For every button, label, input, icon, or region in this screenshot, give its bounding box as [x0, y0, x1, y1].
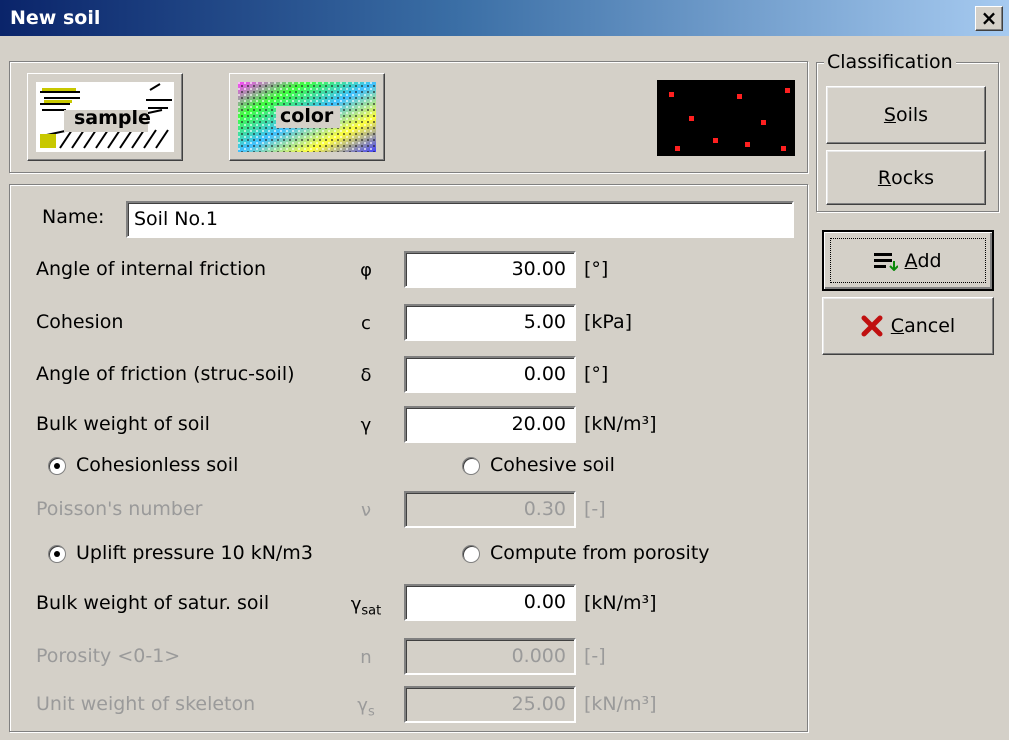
sample-pattern-button[interactable]: sample: [27, 73, 183, 161]
skeleton-value: 25.00: [511, 693, 566, 715]
cancel-x-icon: [861, 315, 883, 337]
preview-dot: [675, 146, 680, 151]
bulk-weight-value: 20.00: [511, 413, 566, 435]
struc-friction-unit: [°]: [584, 363, 609, 385]
porosity-value: 0.000: [511, 645, 566, 667]
porosity-symbol: n: [360, 647, 372, 668]
color-label: color: [280, 105, 334, 127]
struc-friction-symbol: δ: [360, 365, 372, 386]
uplift-label[interactable]: Uplift pressure 10 kN/m3: [76, 542, 313, 564]
preview-dot: [737, 94, 742, 99]
porosity-label: Porosity <0-1>: [36, 645, 181, 667]
skeleton-symbol: γs: [357, 695, 375, 720]
bulk-weight-label: Bulk weight of soil: [36, 413, 210, 435]
preview-dot: [713, 138, 718, 143]
add-mnemonic: A: [904, 249, 918, 272]
preview-dot: [669, 92, 674, 97]
preview-dot: [761, 120, 766, 125]
cohesion-unit: [kPa]: [584, 311, 633, 333]
uplift-radio[interactable]: [48, 545, 66, 563]
add-button[interactable]: Add: [822, 230, 994, 291]
poisson-input: 0.30: [404, 491, 576, 528]
pattern-preview: [657, 80, 795, 156]
classification-title: Classification: [824, 51, 956, 73]
cohesionless-radio[interactable]: [48, 457, 66, 475]
close-icon: ×: [980, 6, 998, 30]
soils-mnemonic: S: [883, 104, 896, 126]
rocks-label: ocks: [891, 166, 935, 189]
bulk-satur-value: 0.00: [523, 591, 566, 613]
skeleton-subscript: s: [367, 704, 375, 720]
add-list-icon: [874, 252, 899, 271]
preview-dot: [689, 116, 694, 121]
add-label: dd: [917, 249, 942, 272]
cohesive-radio[interactable]: [462, 457, 480, 475]
friction-value: 30.00: [511, 258, 566, 280]
friction-label: Angle of internal friction: [36, 258, 267, 280]
bulk-satur-unit: [kN/m³]: [584, 592, 657, 614]
name-value: Soil No.1: [134, 208, 218, 230]
cohesion-symbol: c: [361, 313, 371, 334]
friction-unit: [°]: [584, 258, 609, 280]
bulk-weight-input[interactable]: 20.00: [404, 406, 576, 443]
color-pattern-button[interactable]: color: [229, 73, 385, 161]
cohesionless-label[interactable]: Cohesionless soil: [76, 454, 238, 476]
close-button[interactable]: ×: [975, 6, 1003, 31]
bulk-satur-input[interactable]: 0.00: [404, 584, 576, 621]
poisson-symbol: ν: [360, 500, 372, 521]
sample-label: sample: [74, 107, 151, 129]
cohesion-label: Cohesion: [36, 311, 124, 333]
poisson-label: Poisson's number: [36, 498, 203, 520]
poisson-unit: [-]: [584, 498, 606, 520]
cancel-label: ancel: [904, 315, 956, 337]
skeleton-label: Unit weight of skeleton: [36, 693, 256, 715]
bulk-satur-subscript: sat: [361, 603, 382, 619]
bulk-weight-symbol: γ: [360, 415, 372, 436]
rocks-button[interactable]: Rocks: [826, 150, 986, 205]
bulk-satur-symbol: γsat: [350, 594, 382, 619]
preview-dot: [745, 142, 750, 147]
soils-label: oils: [895, 104, 929, 126]
name-label: Name:: [42, 206, 105, 228]
cohesion-value: 5.00: [523, 311, 566, 333]
preview-dot: [781, 146, 786, 151]
cancel-button[interactable]: Cancel: [822, 297, 994, 355]
cancel-mnemonic: C: [890, 315, 905, 337]
preview-dot: [785, 88, 790, 93]
poisson-value: 0.30: [523, 498, 566, 520]
rocks-mnemonic: R: [877, 166, 892, 189]
friction-input[interactable]: 30.00: [404, 251, 576, 288]
porosity-compute-radio[interactable]: [462, 545, 480, 563]
struc-friction-value: 0.00: [523, 363, 566, 385]
porosity-unit: [-]: [584, 645, 606, 667]
title-bar: New soil ×: [0, 0, 1009, 36]
skeleton-unit: [kN/m³]: [584, 693, 657, 715]
soils-button[interactable]: Soils: [826, 86, 986, 144]
porosity-input: 0.000: [404, 638, 576, 675]
window-title: New soil: [10, 7, 101, 29]
bulk-satur-label: Bulk weight of satur. soil: [36, 592, 270, 614]
struc-friction-label: Angle of friction (struc-soil): [36, 363, 295, 385]
struc-friction-input[interactable]: 0.00: [404, 356, 576, 393]
friction-symbol: φ: [360, 260, 372, 281]
skeleton-input: 25.00: [404, 686, 576, 723]
name-input[interactable]: Soil No.1: [126, 201, 794, 238]
bulk-weight-unit: [kN/m³]: [584, 413, 657, 435]
cohesive-label[interactable]: Cohesive soil: [490, 454, 615, 476]
cohesion-input[interactable]: 5.00: [404, 304, 576, 341]
porosity-compute-label[interactable]: Compute from porosity: [490, 542, 710, 564]
